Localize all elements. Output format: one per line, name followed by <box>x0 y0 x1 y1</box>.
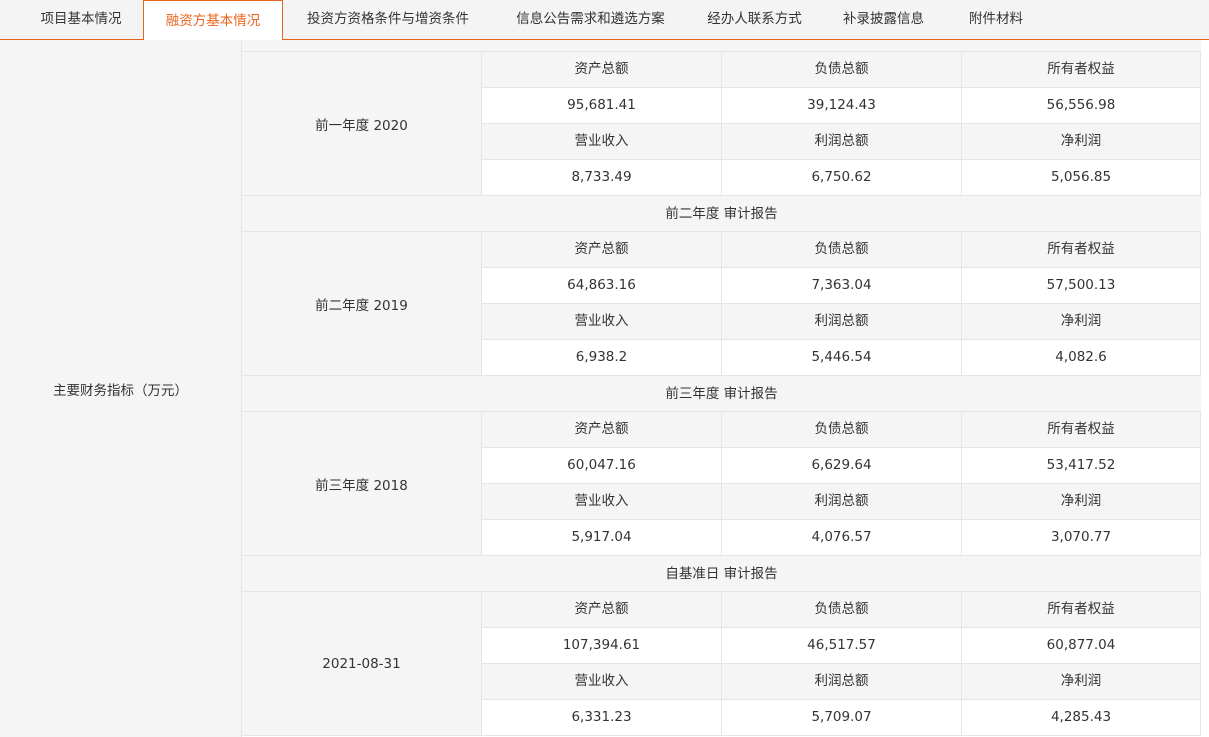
table-row: 64,863.16 7,363.04 57,500.13 <box>482 268 1201 304</box>
header-total-profit: 利润总额 <box>722 664 962 699</box>
value-owners-equity: 57,500.13 <box>962 268 1201 303</box>
header-total-assets: 资产总额 <box>482 412 722 447</box>
header-total-assets: 资产总额 <box>482 52 722 87</box>
period-label: 2021-08-31 <box>242 592 482 736</box>
header-revenue: 营业收入 <box>482 304 722 339</box>
value-owners-equity: 60,877.04 <box>962 628 1201 663</box>
period-label: 前二年度 2019 <box>242 232 482 376</box>
tab-investor-qualifications[interactable]: 投资方资格条件与增资条件 <box>283 0 493 39</box>
period-block: 前二年度 审计报告 前二年度 2019 资产总额 负债总额 所有者权益 64,8… <box>242 196 1201 376</box>
header-owners-equity: 所有者权益 <box>962 592 1201 627</box>
value-total-liabilities: 6,629.64 <box>722 448 962 483</box>
value-net-profit: 4,082.6 <box>962 340 1201 375</box>
tab-contact-info[interactable]: 经办人联系方式 <box>688 0 821 39</box>
value-net-profit: 5,056.85 <box>962 160 1201 195</box>
tab-announcement-requirements[interactable]: 信息公告需求和遴选方案 <box>493 0 688 39</box>
value-owners-equity: 53,417.52 <box>962 448 1201 483</box>
period-label: 前三年度 2018 <box>242 412 482 556</box>
header-total-liabilities: 负债总额 <box>722 232 962 267</box>
header-total-profit: 利润总额 <box>722 304 962 339</box>
header-owners-equity: 所有者权益 <box>962 412 1201 447</box>
tab-bar: 项目基本情况 融资方基本情况 投资方资格条件与增资条件 信息公告需求和遴选方案 … <box>0 0 1209 41</box>
table-row: 5,917.04 4,076.57 3,070.77 <box>482 520 1201 556</box>
value-total-profit: 4,076.57 <box>722 520 962 555</box>
header-total-assets: 资产总额 <box>482 232 722 267</box>
period-block: 前三年度 审计报告 前三年度 2018 资产总额 负债总额 所有者权益 60,0… <box>242 376 1201 556</box>
value-revenue: 5,917.04 <box>482 520 722 555</box>
header-net-profit: 净利润 <box>962 484 1201 519</box>
table-row: 营业收入 利润总额 净利润 <box>482 484 1201 520</box>
table-row: 营业收入 利润总额 净利润 <box>482 304 1201 340</box>
value-total-profit: 5,446.54 <box>722 340 962 375</box>
value-total-assets: 60,047.16 <box>482 448 722 483</box>
tab-project-info[interactable]: 项目基本情况 <box>0 0 162 39</box>
header-owners-equity: 所有者权益 <box>962 232 1201 267</box>
table-row: 营业收入 利润总额 净利润 <box>482 664 1201 700</box>
header-revenue: 营业收入 <box>482 664 722 699</box>
financial-table: 前一年度 2020 资产总额 负债总额 所有者权益 95,681.41 39,1… <box>242 52 1201 736</box>
table-row: 资产总额 负债总额 所有者权益 <box>482 412 1201 448</box>
section-heading: 前二年度 审计报告 <box>242 196 1201 232</box>
period-label: 前一年度 2020 <box>242 52 482 196</box>
tab-financing-party-info[interactable]: 融资方基本情况 <box>143 0 283 41</box>
table-row: 资产总额 负债总额 所有者权益 <box>482 232 1201 268</box>
financial-indicators-panel: 主要财务指标（万元） 前一年度 2020 资产总额 负债总额 所有者权益 95,… <box>0 40 1209 737</box>
header-net-profit: 净利润 <box>962 124 1201 159</box>
table-row: 107,394.61 46,517.57 60,877.04 <box>482 628 1201 664</box>
value-net-profit: 3,070.77 <box>962 520 1201 555</box>
value-total-liabilities: 7,363.04 <box>722 268 962 303</box>
value-total-liabilities: 46,517.57 <box>722 628 962 663</box>
header-total-profit: 利润总额 <box>722 484 962 519</box>
value-total-assets: 95,681.41 <box>482 88 722 123</box>
header-net-profit: 净利润 <box>962 664 1201 699</box>
value-owners-equity: 56,556.98 <box>962 88 1201 123</box>
financial-indicators-label-text: 主要财务指标（万元） <box>53 382 188 399</box>
header-owners-equity: 所有者权益 <box>962 52 1201 87</box>
value-total-liabilities: 39,124.43 <box>722 88 962 123</box>
table-row: 6,331.23 5,709.07 4,285.43 <box>482 700 1201 736</box>
table-row: 60,047.16 6,629.64 53,417.52 <box>482 448 1201 484</box>
section-head-cutoff <box>242 40 1201 52</box>
header-total-liabilities: 负债总额 <box>722 412 962 447</box>
header-net-profit: 净利润 <box>962 304 1201 339</box>
table-row: 营业收入 利润总额 净利润 <box>482 124 1201 160</box>
value-revenue: 8,733.49 <box>482 160 722 195</box>
table-row: 资产总额 负债总额 所有者权益 <box>482 52 1201 88</box>
value-total-assets: 64,863.16 <box>482 268 722 303</box>
header-total-assets: 资产总额 <box>482 592 722 627</box>
header-revenue: 营业收入 <box>482 124 722 159</box>
tab-supplementary-disclosure[interactable]: 补录披露信息 <box>821 0 946 39</box>
value-revenue: 6,331.23 <box>482 700 722 735</box>
value-net-profit: 4,285.43 <box>962 700 1201 735</box>
value-total-assets: 107,394.61 <box>482 628 722 663</box>
value-total-profit: 6,750.62 <box>722 160 962 195</box>
table-row: 资产总额 负债总额 所有者权益 <box>482 592 1201 628</box>
header-revenue: 营业收入 <box>482 484 722 519</box>
table-row: 95,681.41 39,124.43 56,556.98 <box>482 88 1201 124</box>
header-total-profit: 利润总额 <box>722 124 962 159</box>
tab-attachments[interactable]: 附件材料 <box>946 0 1046 39</box>
header-total-liabilities: 负债总额 <box>722 52 962 87</box>
section-heading: 前三年度 审计报告 <box>242 376 1201 412</box>
header-total-liabilities: 负债总额 <box>722 592 962 627</box>
financial-indicators-label: 主要财务指标（万元） <box>0 40 242 737</box>
table-row: 6,938.2 5,446.54 4,082.6 <box>482 340 1201 376</box>
value-revenue: 6,938.2 <box>482 340 722 375</box>
period-block: 前一年度 2020 资产总额 负债总额 所有者权益 95,681.41 39,1… <box>242 52 1201 196</box>
period-block: 自基准日 审计报告 2021-08-31 资产总额 负债总额 所有者权益 107… <box>242 556 1201 736</box>
section-heading: 自基准日 审计报告 <box>242 556 1201 592</box>
value-total-profit: 5,709.07 <box>722 700 962 735</box>
table-row: 8,733.49 6,750.62 5,056.85 <box>482 160 1201 196</box>
